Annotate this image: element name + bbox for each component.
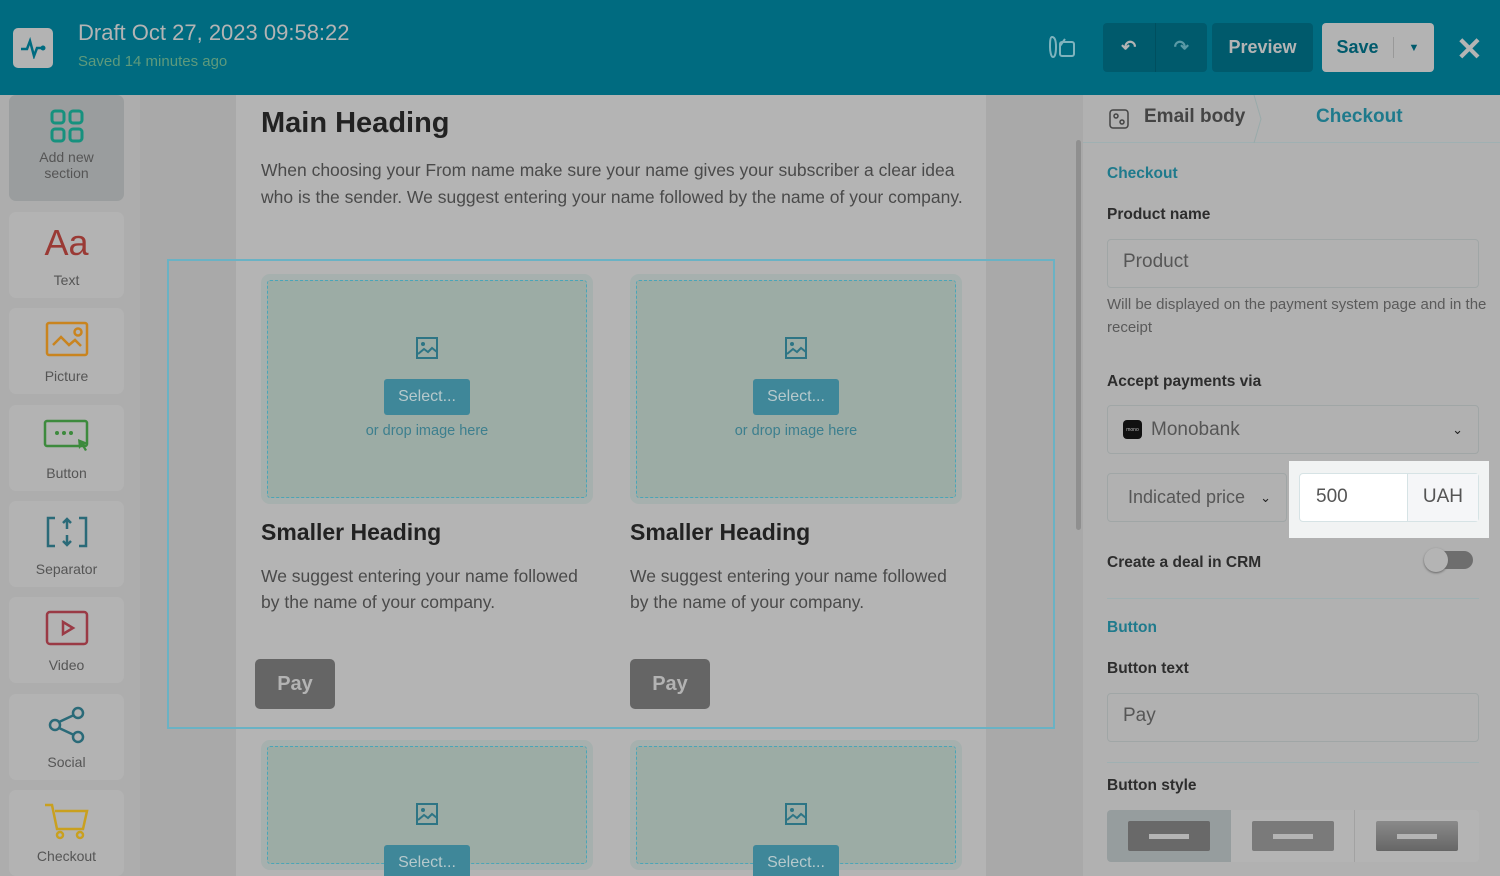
drop-hint: or drop image here xyxy=(734,423,858,439)
button-style-option-flat[interactable] xyxy=(1231,810,1356,862)
draft-title[interactable]: Draft Oct 27, 2023 09:58:22 xyxy=(78,20,350,46)
save-status: Saved 14 minutes ago xyxy=(78,53,228,70)
breadcrumb-separator xyxy=(1253,94,1263,148)
toggle-knob xyxy=(1424,548,1448,572)
save-options-chevron-icon[interactable]: ▼ xyxy=(1394,42,1434,54)
sidebar-item-label: Picture xyxy=(44,368,89,384)
button-section-title: Button xyxy=(1107,619,1157,636)
product-name-input[interactable]: Product xyxy=(1107,239,1479,288)
select-image-button[interactable]: Select... xyxy=(753,845,839,876)
payment-provider-value: Monobank xyxy=(1151,418,1240,440)
separator-icon xyxy=(9,511,124,553)
select-image-button[interactable]: Select... xyxy=(753,379,839,415)
undo-button[interactable]: ↶ xyxy=(1103,23,1156,72)
canvas-scrollbar[interactable] xyxy=(1076,140,1081,530)
pay-button[interactable]: Pay xyxy=(630,659,710,709)
column-heading[interactable]: Smaller Heading xyxy=(630,519,810,546)
price-input[interactable]: 500 xyxy=(1300,474,1407,521)
image-icon xyxy=(268,802,586,831)
sidebar-item-checkout[interactable]: Checkout xyxy=(9,790,124,876)
image-dropzone[interactable]: Select... or drop image here xyxy=(261,274,593,504)
main-heading[interactable]: Main Heading xyxy=(261,107,450,140)
image-dropzone[interactable]: Select... xyxy=(630,740,962,876)
price-type-value: Indicated price xyxy=(1128,487,1246,507)
select-image-button[interactable]: Select... xyxy=(384,379,470,415)
price-type-select[interactable]: Indicated price ⌄ xyxy=(1107,473,1287,522)
product-name-label: Product name xyxy=(1107,206,1211,223)
main-paragraph[interactable]: When choosing your From name make sure y… xyxy=(261,157,971,210)
checkout-section-title: Checkout xyxy=(1107,165,1178,182)
image-dropzone[interactable]: Select... xyxy=(261,740,593,876)
sidebar-item-label: Text xyxy=(53,272,80,288)
sidebar-item-button[interactable]: Button xyxy=(9,405,124,491)
breadcrumb-email-body[interactable]: Email body xyxy=(1144,106,1245,128)
payment-provider-select[interactable]: mono Monobank ⌄ xyxy=(1107,405,1479,454)
preview-button[interactable]: Preview xyxy=(1212,23,1313,72)
breadcrumb-checkout: Checkout xyxy=(1316,106,1403,127)
sidebar-item-label: Video xyxy=(48,657,85,673)
top-bar: Draft Oct 27, 2023 09:58:22 Saved 14 min… xyxy=(0,0,1500,95)
image-dropzone[interactable]: Select... or drop image here xyxy=(630,274,962,504)
redo-button[interactable]: ↷ xyxy=(1156,23,1208,72)
payments-label: Accept payments via xyxy=(1107,373,1262,390)
sidebar-item-picture[interactable]: Picture xyxy=(9,308,124,394)
sidebar-item-separator[interactable]: Separator xyxy=(9,501,124,587)
sidebar-item-text[interactable]: Aa Text xyxy=(9,212,124,298)
divider xyxy=(1107,598,1479,599)
sidebar-item-label: Checkout xyxy=(36,848,97,864)
image-icon xyxy=(637,802,955,831)
select-image-button[interactable]: Select... xyxy=(384,845,470,876)
crm-toggle[interactable] xyxy=(1424,548,1473,572)
blocks-sidebar: Add new section Aa Text Picture Button S… xyxy=(0,95,140,876)
history-buttons: ↶ ↷ xyxy=(1103,23,1207,72)
picture-icon xyxy=(9,318,124,360)
chevron-down-icon: ⌄ xyxy=(1260,489,1271,505)
sidebar-item-label: Social xyxy=(47,754,86,770)
theme-paint-icon[interactable] xyxy=(1048,33,1078,66)
video-icon xyxy=(9,607,124,649)
sidebar-item-video[interactable]: Video xyxy=(9,597,124,683)
drop-hint: or drop image here xyxy=(365,423,489,439)
product-name-hint: Will be displayed on the payment system … xyxy=(1107,296,1487,336)
email-canvas: Main Heading When choosing your From nam… xyxy=(145,95,1080,876)
text-icon: Aa xyxy=(44,222,89,263)
sliders-icon xyxy=(1109,109,1129,134)
sidebar-item-label: Add new section xyxy=(39,149,94,181)
column-text[interactable]: We suggest entering your name followed b… xyxy=(630,563,970,615)
save-button[interactable]: Save xyxy=(1322,37,1394,58)
monobank-logo-icon: mono xyxy=(1123,420,1142,439)
button-text-input[interactable]: Pay xyxy=(1107,693,1479,742)
button-style-option-flat-dark[interactable] xyxy=(1107,810,1231,862)
column-text[interactable]: We suggest entering your name followed b… xyxy=(261,563,601,615)
sidebar-item-label: Button xyxy=(46,465,87,481)
pay-button[interactable]: Pay xyxy=(255,659,335,709)
button-icon xyxy=(9,415,124,457)
button-text-label: Button text xyxy=(1107,660,1189,677)
image-icon xyxy=(637,336,955,365)
price-input-group: 500 UAH xyxy=(1299,473,1479,522)
close-icon[interactable]: ✕ xyxy=(1456,30,1483,68)
breadcrumb: Email body Checkout xyxy=(1083,94,1500,144)
sidebar-item-label: Separator xyxy=(35,561,98,577)
button-style-option-gradient[interactable] xyxy=(1355,810,1479,862)
grid-icon xyxy=(9,105,124,147)
divider xyxy=(1107,762,1479,763)
cart-icon xyxy=(9,800,124,842)
crm-label: Create a deal in CRM xyxy=(1107,554,1262,571)
chevron-down-icon: ⌄ xyxy=(1452,421,1463,437)
sidebar-item-add-section[interactable]: Add new section xyxy=(9,95,124,201)
app-logo-icon[interactable] xyxy=(13,28,53,68)
currency-label: UAH xyxy=(1406,474,1478,521)
image-icon xyxy=(268,336,586,365)
sidebar-item-social[interactable]: Social xyxy=(9,694,124,780)
save-button-group: Save ▼ xyxy=(1322,23,1434,72)
button-style-label: Button style xyxy=(1107,777,1197,794)
column-heading[interactable]: Smaller Heading xyxy=(261,519,441,546)
share-icon xyxy=(9,704,124,746)
button-style-picker xyxy=(1107,810,1479,862)
